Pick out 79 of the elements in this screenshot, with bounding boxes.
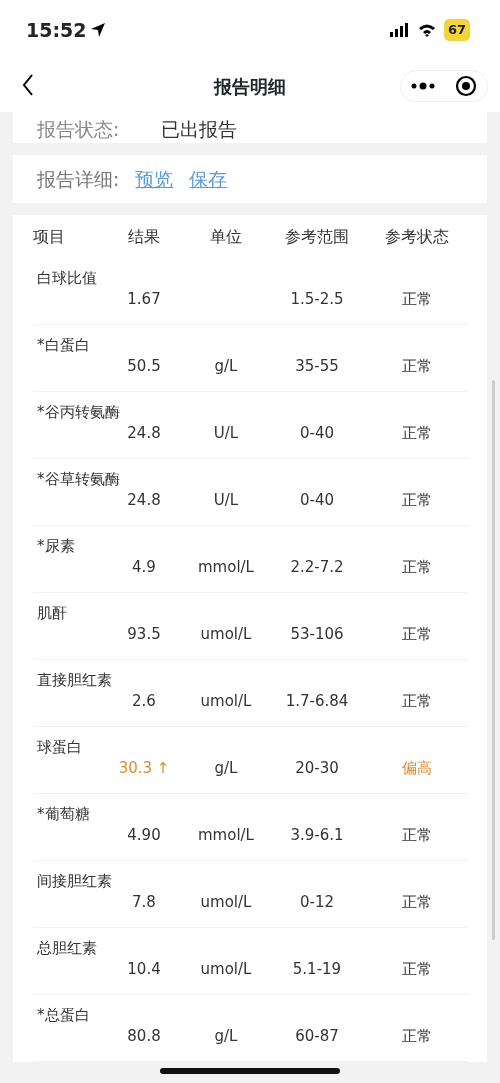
unit-text: g/L <box>214 357 238 375</box>
range-text: 0-40 <box>299 491 334 509</box>
unit-text: g/L <box>214 1027 238 1045</box>
unit-text: g/L <box>214 759 238 777</box>
unit-text: mmol/L <box>198 826 254 844</box>
unit-text: umol/L <box>200 692 252 710</box>
item-name: 白球比值 <box>37 269 97 287</box>
range-text: 3.9-6.1 <box>290 826 344 844</box>
item-name: *谷草转氨酶 <box>37 470 120 488</box>
result-value: 1.67 <box>127 290 161 308</box>
column-header: 单位 <box>210 226 242 246</box>
column-header: 项目 <box>33 226 65 246</box>
item-name: 总胆红素 <box>37 939 97 957</box>
status-label: 报告状态: <box>37 117 120 142</box>
page-title: 报告明细 <box>214 74 286 99</box>
range-text: 35-55 <box>295 357 339 375</box>
status-text: 正常 <box>402 357 432 375</box>
scrollbar[interactable] <box>492 380 495 940</box>
column-header: 参考范围 <box>285 226 349 246</box>
column-header: 结果 <box>128 226 160 246</box>
link[interactable]: 预览 <box>135 164 174 194</box>
status-text: 正常 <box>402 558 432 576</box>
result-value: 24.8 <box>127 491 161 509</box>
item-name: 间接胆红素 <box>37 872 112 890</box>
item-name: *谷丙转氨酶 <box>37 403 120 421</box>
unit-text: umol/L <box>200 625 252 643</box>
status-text: 正常 <box>402 893 432 911</box>
range-text: 2.2-7.2 <box>290 558 344 576</box>
status-value: 已出报告 <box>161 117 238 142</box>
detail-label: 报告详细: <box>37 166 120 192</box>
wifi-icon <box>417 23 436 37</box>
result-value: 4.90 <box>127 826 161 844</box>
time-text: 15:52 <box>26 17 87 43</box>
item-name: *葡萄糖 <box>37 805 90 823</box>
status-text: 正常 <box>402 826 432 844</box>
item-name: *尿素 <box>37 537 75 555</box>
signal-icon <box>389 23 410 37</box>
unit-text: umol/L <box>200 960 252 978</box>
status-text: 正常 <box>402 1027 432 1045</box>
item-name: 直接胆红素 <box>37 671 112 689</box>
range-text: 1.5-2.5 <box>290 290 344 308</box>
status-text: 正常 <box>402 290 432 308</box>
status-text: 正常 <box>402 625 432 643</box>
location-icon <box>90 22 107 38</box>
status-text: 偏高 <box>402 759 432 777</box>
range-text: 5.1-19 <box>292 960 342 978</box>
unit-text: U/L <box>213 491 239 509</box>
more-icon[interactable] <box>411 82 435 90</box>
result-value: 30.3 ↑ <box>118 759 170 777</box>
status-text: 正常 <box>402 424 432 442</box>
item-name: 球蛋白 <box>37 738 82 756</box>
column-header: 参考状态 <box>385 226 449 246</box>
link[interactable]: 保存 <box>189 164 228 194</box>
battery-level: 67 <box>443 19 470 41</box>
result-value: 10.4 <box>127 960 161 978</box>
status-text: 正常 <box>402 960 432 978</box>
result-value: 2.6 <box>132 692 156 710</box>
target-icon[interactable] <box>455 75 477 97</box>
unit-text: U/L <box>213 424 239 442</box>
range-text: 20-30 <box>295 759 339 777</box>
item-name: *白蛋白 <box>37 336 90 354</box>
result-value: 4.9 <box>132 558 156 576</box>
range-text: 60-87 <box>295 1027 339 1045</box>
range-text: 1.7-6.84 <box>285 692 349 710</box>
item-name: *总蛋白 <box>37 1006 90 1024</box>
result-value: 7.8 <box>132 893 156 911</box>
range-text: 0-12 <box>299 893 334 911</box>
result-value: 24.8 <box>127 424 161 442</box>
unit-text: mmol/L <box>198 558 254 576</box>
status-text: 正常 <box>402 692 432 710</box>
unit-text: umol/L <box>200 893 252 911</box>
result-value: 50.5 <box>127 357 161 375</box>
item-name: 肌酐 <box>37 604 67 622</box>
range-text: 0-40 <box>299 424 334 442</box>
result-value: 93.5 <box>127 625 161 643</box>
result-value: 80.8 <box>127 1027 161 1045</box>
back-icon[interactable] <box>22 74 34 96</box>
status-text: 正常 <box>402 491 432 509</box>
range-text: 53-106 <box>290 625 344 643</box>
